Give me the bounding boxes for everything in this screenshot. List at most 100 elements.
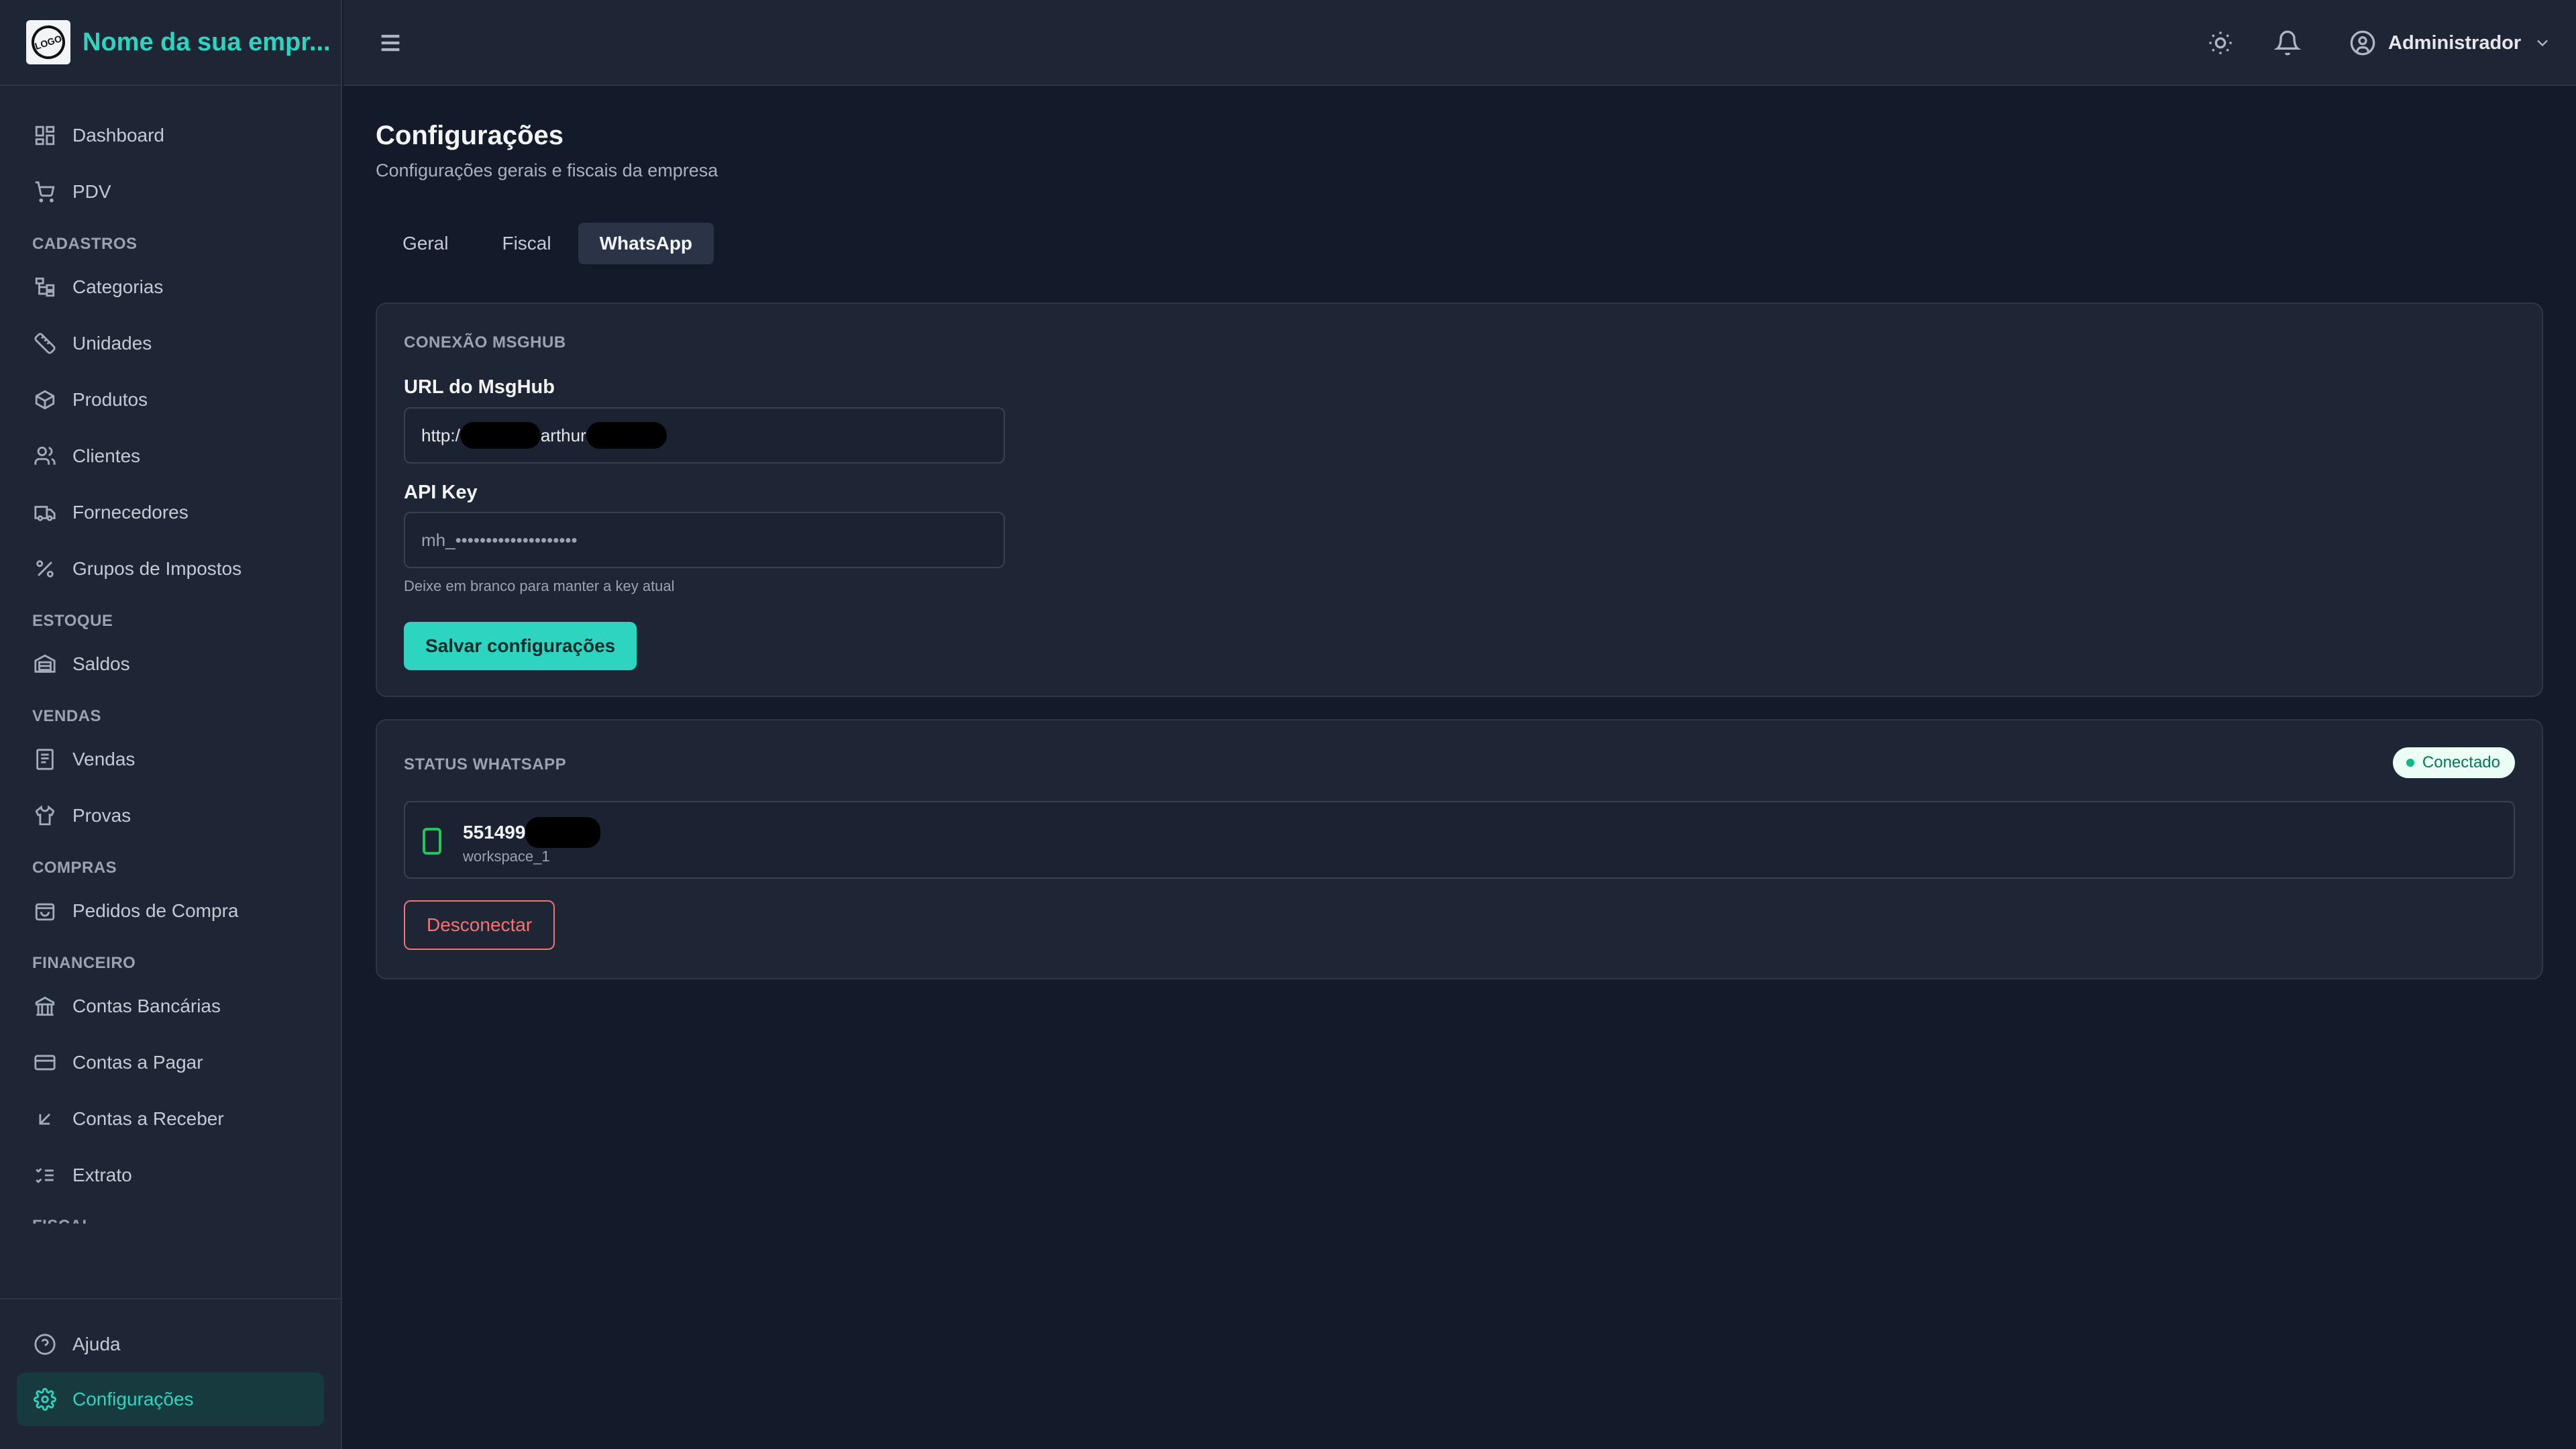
sidebar-item-label: Provas (72, 805, 131, 826)
sidebar-item-clientes[interactable]: Clientes (0, 428, 341, 484)
percent-icon (36, 560, 54, 578)
sidebar-item-label: Unidades (72, 333, 152, 354)
notifications-button[interactable] (2273, 30, 2302, 56)
shirt-icon (36, 805, 54, 826)
api-key-hint: Deixe em branco para manter a key atual (404, 578, 675, 594)
sidebar-item-unidades[interactable]: Unidades (0, 315, 341, 372)
sidebar-item-contas-a-receber[interactable]: Contas a Receber (0, 1091, 341, 1147)
sidebar-section-cadastros: CADASTROS (32, 235, 138, 253)
sidebar-item-fornecedores[interactable]: Fornecedores (0, 484, 341, 541)
sidebar-item-pedidos-de-compra[interactable]: Pedidos de Compra (0, 883, 341, 939)
sun-icon (2209, 32, 2232, 54)
tab-whatsapp[interactable]: WhatsApp (578, 223, 714, 264)
chevron-down-icon (2537, 40, 2548, 47)
api-key-input[interactable]: mh_•••••••••••••••••••• (404, 512, 1005, 568)
redaction-mark (586, 422, 667, 449)
sidebar-item-contas-bancarias[interactable]: Contas Bancárias (0, 978, 341, 1034)
warehouse-icon (34, 654, 56, 673)
tree-icon (35, 277, 55, 297)
sidebar-item-produtos[interactable]: Produtos (0, 372, 341, 428)
shopping-bag-icon (35, 903, 55, 921)
api-key-label: API Key (404, 482, 478, 503)
workspace-label: workspace_1 (463, 848, 550, 865)
tab-geral[interactable]: Geral (376, 223, 475, 264)
sidebar-item-categorias[interactable]: Categorias (0, 259, 341, 315)
status-dot-icon (2406, 759, 2414, 767)
help-circle-icon (34, 1334, 56, 1355)
sidebar-section-compras: COMPRAS (32, 859, 117, 877)
sidebar-item-label: Produtos (72, 389, 148, 410)
phone-number: 551499 (463, 817, 601, 848)
whatsapp-status-card: STATUS WHATSAPP Conectado 551499 workspa… (376, 719, 2543, 979)
arrow-down-left-icon (39, 1113, 51, 1125)
brand[interactable]: LOGO Nome da sua empr... (0, 0, 341, 86)
sidebar: LOGO Nome da sua empr... Dashboard PDV C… (0, 0, 342, 1449)
page-title: Configurações (376, 121, 564, 150)
user-menu-button[interactable]: Administrador (2349, 27, 2552, 59)
tab-fiscal[interactable]: Fiscal (475, 223, 578, 264)
user-circle-icon (2350, 30, 2375, 56)
disconnect-button[interactable]: Desconectar (404, 900, 555, 950)
sidebar-item-ajuda[interactable]: Ajuda (0, 1316, 341, 1373)
sidebar-item-label: Fornecedores (72, 502, 189, 523)
url-value-prefix: http:/ (421, 425, 460, 445)
gear-icon (34, 1388, 56, 1411)
sidebar-item-label: Configurações (72, 1389, 194, 1409)
sidebar-section-vendas: VENDAS (32, 707, 102, 725)
menu-toggle-button[interactable] (377, 30, 404, 56)
sidebar-item-saldos[interactable]: Saldos (0, 636, 341, 692)
dashboard-icon (35, 125, 55, 146)
sidebar-section-estoque: ESTOQUE (32, 612, 113, 630)
list-checks-icon (36, 1168, 54, 1183)
brand-name: Nome da sua empr... (83, 28, 331, 56)
api-key-placeholder: mh_•••••••••••••••••••• (421, 529, 578, 550)
bell-icon (2273, 30, 2302, 56)
sidebar-item-label: Contas Bancárias (72, 996, 221, 1016)
url-input[interactable]: http:/ arthur (404, 407, 1005, 464)
sidebar-item-contas-a-pagar[interactable]: Contas a Pagar (0, 1034, 341, 1091)
sidebar-section-fiscal: FISCAL (0, 1203, 341, 1224)
sidebar-section-financeiro: FINANCEIRO (32, 954, 136, 972)
credit-card-icon (34, 1055, 56, 1071)
sidebar-item-label: Extrato (72, 1165, 132, 1185)
msghub-connection-card: CONEXÃO MSGHUB URL do MsgHub http:/ arth… (376, 303, 2543, 697)
cart-icon (35, 181, 55, 203)
users-icon (34, 446, 56, 465)
sidebar-item-configuracoes[interactable]: Configurações (17, 1373, 324, 1426)
save-settings-button[interactable]: Salvar configurações (404, 622, 637, 670)
phone-number-value: 551499 (463, 822, 526, 843)
sidebar-item-provas[interactable]: Provas (0, 788, 341, 844)
bank-icon (35, 996, 55, 1016)
user-name: Administrador (2388, 32, 2522, 54)
theme-toggle-button[interactable] (2207, 30, 2234, 56)
ruler-icon (34, 333, 56, 354)
company-logo: LOGO (26, 20, 70, 64)
sidebar-footer: Ajuda Configurações (0, 1298, 341, 1426)
box-icon (35, 390, 55, 410)
sidebar-item-label: Grupos de Impostos (72, 558, 242, 579)
sidebar-item-label: Dashboard (72, 125, 164, 146)
sidebar-item-label: Clientes (72, 445, 141, 466)
sidebar-item-extrato[interactable]: Extrato (0, 1147, 341, 1203)
sidebar-item-dashboard[interactable]: Dashboard (0, 107, 341, 164)
settings-tabs: Geral Fiscal WhatsApp (376, 223, 714, 264)
receipt-icon (36, 749, 54, 770)
sidebar-item-pdv[interactable]: PDV (0, 164, 341, 220)
sidebar-item-label: Vendas (72, 749, 136, 769)
redaction-mark (460, 422, 541, 449)
sidebar-item-label: Contas a Receber (72, 1108, 224, 1129)
card-title: CONEXÃO MSGHUB (404, 333, 566, 352)
sidebar-item-grupos-de-impostos[interactable]: Grupos de Impostos (0, 541, 341, 597)
sidebar-item-label: Ajuda (72, 1334, 121, 1354)
logo-text: LOGO (27, 21, 70, 64)
sidebar-item-label: Pedidos de Compra (72, 900, 239, 921)
page-subtitle: Configurações gerais e fiscais da empres… (376, 160, 718, 180)
sidebar-item-label: Saldos (72, 653, 130, 674)
sidebar-item-label: PDV (72, 181, 111, 202)
url-value-middle: arthur (540, 425, 586, 445)
smartphone-icon (423, 828, 441, 855)
sidebar-item-vendas[interactable]: Vendas (0, 731, 341, 788)
status-badge-label: Conectado (2422, 753, 2500, 771)
truck-icon (34, 506, 56, 521)
sidebar-item-label: Contas a Pagar (72, 1052, 203, 1073)
